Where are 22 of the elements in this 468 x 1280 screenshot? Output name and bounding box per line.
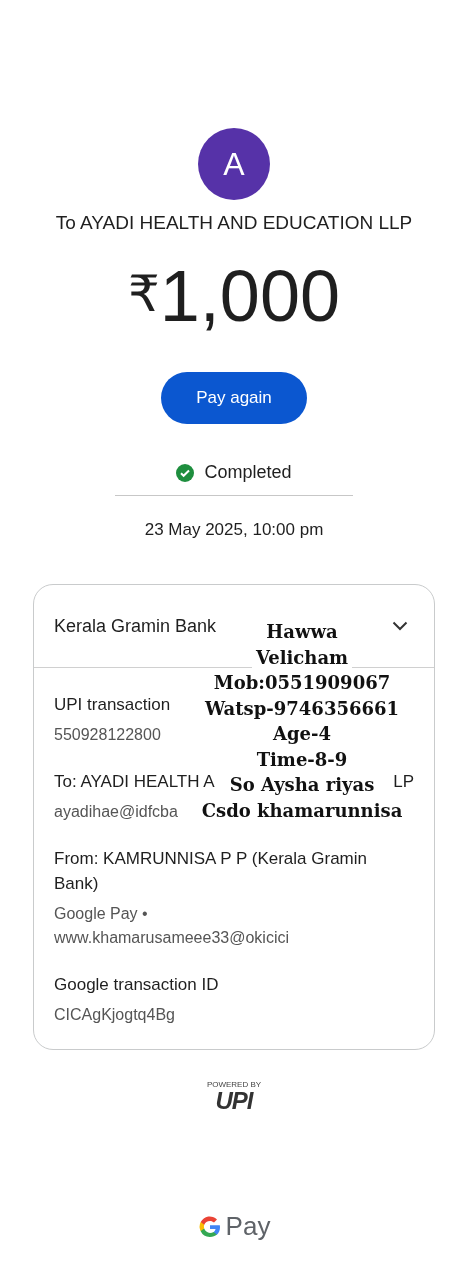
amount: ₹1,000: [128, 256, 340, 336]
pay-again-button[interactable]: Pay again: [161, 372, 307, 424]
upi-logo: UPI: [215, 1089, 253, 1113]
bank-name: Kerala Gramin Bank: [54, 615, 217, 637]
detail-label: Google transaction ID: [54, 974, 219, 996]
status-label: Completed: [204, 462, 292, 483]
detail-value: CICAgKjogtq4Bg: [54, 1005, 175, 1025]
brand-name: Pay: [225, 1211, 271, 1242]
chevron-icon[interactable]: [392, 621, 408, 631]
detail-value: Google Pay • www.khamarusameee33@okicici: [54, 904, 290, 948]
detail-value: 550928122800: [54, 725, 161, 745]
check-circle-icon: [176, 463, 195, 482]
detail-value: ayadihae@idfcba: [54, 802, 178, 822]
avatar: A: [198, 128, 270, 200]
google-g-icon: [197, 1214, 222, 1239]
recipient-name: To AYADI HEALTH AND EDUCATION LLP: [55, 212, 413, 234]
transaction-date: 23 May 2025, 10:00 pm: [144, 520, 324, 540]
detail-label: To: AYADI HEALTH A: [54, 771, 215, 793]
powered-by-caption: POWERED BY: [206, 1080, 262, 1089]
detail-label: From: KAMRUNNISA P P (Kerala Gramin Bank): [54, 848, 368, 895]
detail-label: UPI transaction: [54, 694, 171, 716]
detail-label: LP: [393, 771, 414, 793]
